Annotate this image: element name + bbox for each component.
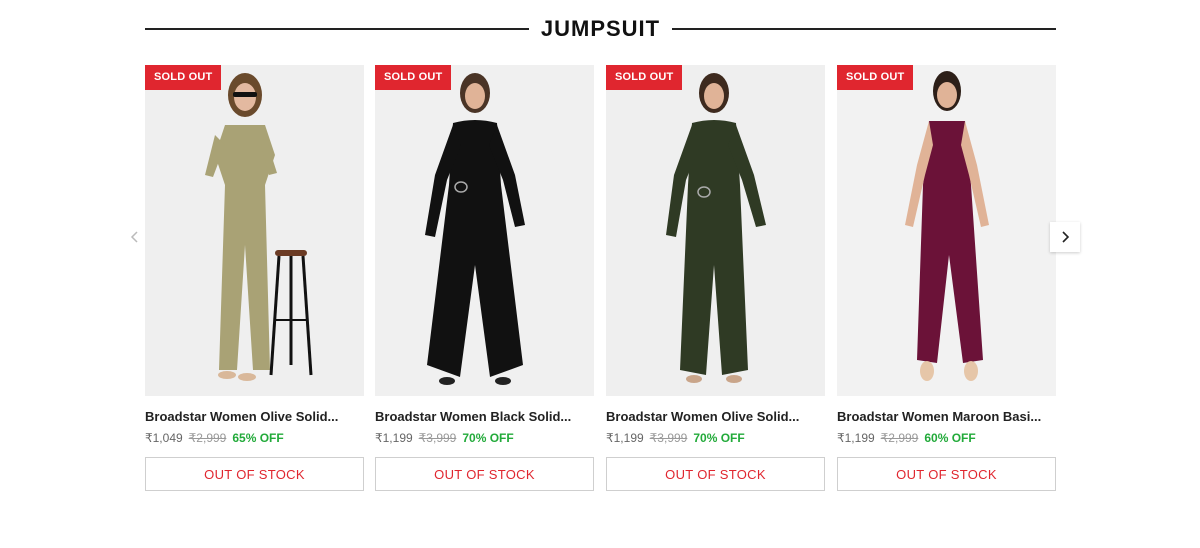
header-rule-right xyxy=(672,28,1056,30)
header-rule-left xyxy=(145,28,529,30)
product-name[interactable]: Broadstar Women Maroon Basi... xyxy=(837,409,1056,424)
product-image[interactable]: SOLD OUT xyxy=(606,65,825,396)
product-name[interactable]: Broadstar Women Olive Solid... xyxy=(145,409,364,424)
sale-price: ₹1,199 xyxy=(837,431,875,445)
product-name[interactable]: Broadstar Women Black Solid... xyxy=(375,409,594,424)
carousel-next-button[interactable] xyxy=(1050,222,1080,252)
price-row: ₹1,049 ₹2,999 65% OFF xyxy=(145,431,364,445)
sold-out-badge: SOLD OUT xyxy=(606,65,683,90)
original-price: ₹3,999 xyxy=(649,431,688,445)
sale-price: ₹1,199 xyxy=(375,431,413,445)
out-of-stock-button[interactable]: OUT OF STOCK xyxy=(606,457,825,491)
dark-olive-jumpsuit-model-icon xyxy=(606,65,825,396)
product-card[interactable]: SOLD OUT Broadstar Women Black Solid... … xyxy=(375,65,594,495)
product-card[interactable]: SOLD OUT Broadstar Women Olive Solid... … xyxy=(145,65,364,495)
discount-label: 70% OFF xyxy=(693,431,745,445)
out-of-stock-button[interactable]: OUT OF STOCK xyxy=(145,457,364,491)
discount-label: 70% OFF xyxy=(462,431,514,445)
product-image[interactable]: SOLD OUT xyxy=(145,65,364,396)
out-of-stock-button[interactable]: OUT OF STOCK xyxy=(375,457,594,491)
price-row: ₹1,199 ₹3,999 70% OFF xyxy=(606,431,825,445)
sold-out-badge: SOLD OUT xyxy=(145,65,222,90)
original-price: ₹2,999 xyxy=(188,431,227,445)
product-image[interactable]: SOLD OUT xyxy=(837,65,1056,396)
discount-label: 65% OFF xyxy=(232,431,284,445)
product-card[interactable]: SOLD OUT Broadstar Women Olive Solid... … xyxy=(606,65,825,495)
chevron-left-icon xyxy=(130,231,138,243)
original-price: ₹2,999 xyxy=(880,431,919,445)
discount-label: 60% OFF xyxy=(924,431,976,445)
original-price: ₹3,999 xyxy=(418,431,457,445)
product-carousel: SOLD OUT Broadstar Women Olive Solid... … xyxy=(145,65,1056,495)
sale-price: ₹1,199 xyxy=(606,431,644,445)
black-jumpsuit-model-icon xyxy=(375,65,594,396)
section-title: JUMPSUIT xyxy=(540,16,661,41)
sale-price: ₹1,049 xyxy=(145,431,183,445)
out-of-stock-button[interactable]: OUT OF STOCK xyxy=(837,457,1056,491)
sold-out-badge: SOLD OUT xyxy=(837,65,914,90)
section-header: JUMPSUIT xyxy=(145,14,1056,44)
sold-out-badge: SOLD OUT xyxy=(375,65,452,90)
product-image[interactable]: SOLD OUT xyxy=(375,65,594,396)
chevron-right-icon xyxy=(1062,231,1070,243)
price-row: ₹1,199 ₹3,999 70% OFF xyxy=(375,431,594,445)
product-name[interactable]: Broadstar Women Olive Solid... xyxy=(606,409,825,424)
price-row: ₹1,199 ₹2,999 60% OFF xyxy=(837,431,1056,445)
product-card[interactable]: SOLD OUT Broadstar Women Maroon Basi... … xyxy=(837,65,1056,495)
maroon-jumpsuit-model-icon xyxy=(837,65,1056,396)
olive-jumpsuit-model-icon xyxy=(145,65,364,396)
